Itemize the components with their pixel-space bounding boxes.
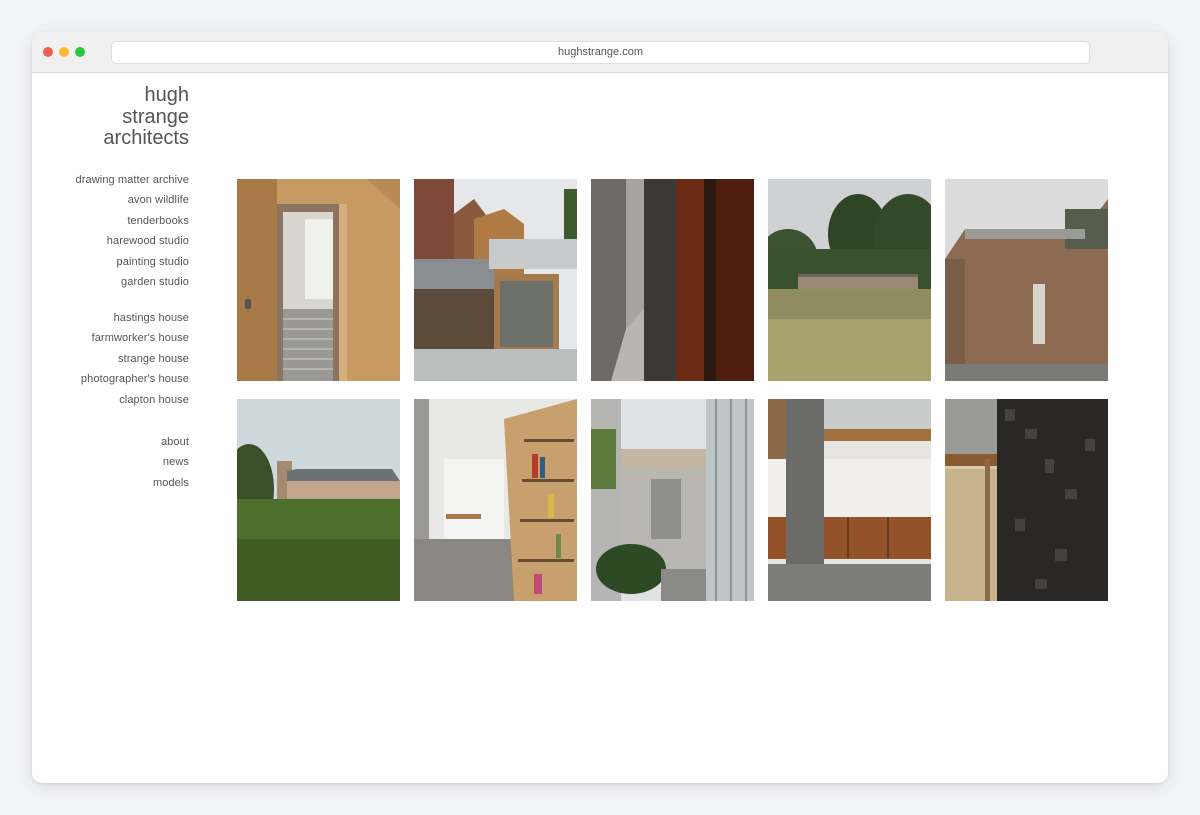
- nav-group-studios: drawing matter archive avon wildlife ten…: [52, 170, 189, 292]
- bookshelf-gallery-photo: [414, 399, 577, 601]
- nav-link-tenderbooks[interactable]: tenderbooks: [52, 211, 189, 231]
- glass-courtyard-photo: [591, 399, 754, 601]
- gallery-tile-brick-extension[interactable]: [414, 179, 577, 381]
- nav-link-strange-house[interactable]: strange house: [52, 349, 189, 369]
- logo-line-3: architects: [103, 127, 189, 149]
- address-bar[interactable]: hughstrange.com: [111, 41, 1090, 64]
- nav-link-hastings-house[interactable]: hastings house: [52, 308, 189, 328]
- brick-extension-photo: [414, 179, 577, 381]
- charred-timber-photo: [945, 399, 1108, 601]
- gallery-tile-glass-courtyard[interactable]: [591, 399, 754, 601]
- browser-titlebar: hughstrange.com: [32, 32, 1168, 73]
- gallery-tile-farmhouse-field[interactable]: [237, 399, 400, 601]
- nav-link-garden-studio[interactable]: garden studio: [52, 272, 189, 292]
- logo-line-2: strange: [122, 105, 189, 128]
- nav-link-painting-studio[interactable]: painting studio: [52, 252, 189, 272]
- gallery-tile-meadow-pavilion[interactable]: [768, 179, 931, 381]
- maximize-window-icon[interactable]: [75, 47, 85, 57]
- logo-line-1: hugh: [144, 84, 190, 106]
- nav-link-about[interactable]: about: [52, 432, 189, 452]
- whitewashed-wall-photo: [768, 399, 931, 601]
- narrow-passage-photo: [591, 179, 754, 381]
- project-gallery: [237, 179, 1108, 601]
- gallery-tile-timber-interior[interactable]: [237, 179, 400, 381]
- brick-house-photo: [945, 179, 1108, 381]
- timber-interior-photo: [237, 179, 400, 381]
- nav-link-farmworkers-house[interactable]: farmworker's house: [52, 328, 189, 348]
- nav-group-houses: hastings house farmworker's house strang…: [52, 308, 189, 410]
- gallery-tile-charred-timber[interactable]: [945, 399, 1108, 601]
- nav-link-avon-wildlife[interactable]: avon wildlife: [52, 190, 189, 210]
- farmhouse-field-photo: [237, 399, 400, 601]
- site-logo[interactable]: hugh strange architects: [62, 84, 190, 150]
- nav-link-photographers-house[interactable]: photographer's house: [52, 369, 189, 389]
- nav-link-clapton-house[interactable]: clapton house: [52, 390, 189, 410]
- nav-link-models[interactable]: models: [52, 473, 189, 493]
- nav-group-info: about news models: [52, 432, 189, 493]
- nav-link-drawing-matter-archive[interactable]: drawing matter archive: [52, 170, 189, 190]
- gallery-tile-bookshelf-gallery[interactable]: [414, 399, 577, 601]
- browser-window: hughstrange.com hugh strange architects …: [32, 32, 1168, 783]
- nav-link-harewood-studio[interactable]: harewood studio: [52, 231, 189, 251]
- gallery-tile-narrow-passage[interactable]: [591, 179, 754, 381]
- gallery-tile-brick-house[interactable]: [945, 179, 1108, 381]
- gallery-tile-whitewashed-wall[interactable]: [768, 399, 931, 601]
- nav-link-news[interactable]: news: [52, 452, 189, 472]
- close-window-icon[interactable]: [43, 47, 53, 57]
- minimize-window-icon[interactable]: [59, 47, 69, 57]
- meadow-pavilion-photo: [768, 179, 931, 381]
